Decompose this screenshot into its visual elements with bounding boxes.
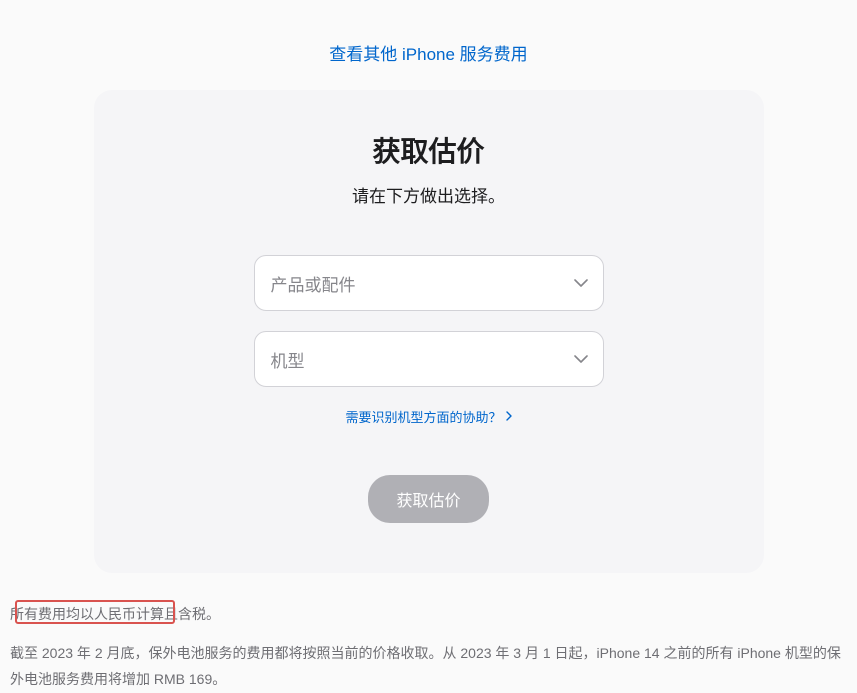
submit-row: 获取估价 bbox=[144, 475, 714, 523]
model-select[interactable]: 机型 bbox=[254, 331, 604, 387]
product-select[interactable]: 产品或配件 bbox=[254, 255, 604, 311]
card-title: 获取估价 bbox=[144, 130, 714, 170]
identify-model-help-link[interactable]: 需要识别机型方面的协助？ bbox=[345, 407, 511, 426]
chevron-right-icon bbox=[506, 409, 512, 424]
other-services-link[interactable]: 查看其他 iPhone 服务费用 bbox=[329, 45, 527, 64]
model-select-placeholder: 机型 bbox=[271, 347, 305, 372]
footer-notes: 所有费用均以人民币计算且含税。 截至 2023 年 2 月底，保外电池服务的费用… bbox=[0, 573, 857, 693]
top-link-row: 查看其他 iPhone 服务费用 bbox=[0, 0, 857, 90]
get-estimate-button[interactable]: 获取估价 bbox=[368, 475, 488, 523]
card-subtitle: 请在下方做出选择。 bbox=[144, 182, 714, 207]
model-select-wrapper: 机型 bbox=[254, 331, 604, 387]
footer-note-price-change: 截至 2023 年 2 月底，保外电池服务的费用都将按照当前的价格收取。从 20… bbox=[10, 640, 847, 693]
help-link-row: 需要识别机型方面的协助？ bbox=[144, 407, 714, 427]
help-link-label: 需要识别机型方面的协助？ bbox=[345, 407, 501, 426]
footer-note-currency: 所有费用均以人民币计算且含税。 bbox=[10, 601, 847, 628]
product-select-wrapper: 产品或配件 bbox=[254, 255, 604, 311]
estimate-card: 获取估价 请在下方做出选择。 产品或配件 机型 需要识别机型方面的协助？ 获取估… bbox=[94, 90, 764, 573]
product-select-placeholder: 产品或配件 bbox=[271, 271, 356, 296]
